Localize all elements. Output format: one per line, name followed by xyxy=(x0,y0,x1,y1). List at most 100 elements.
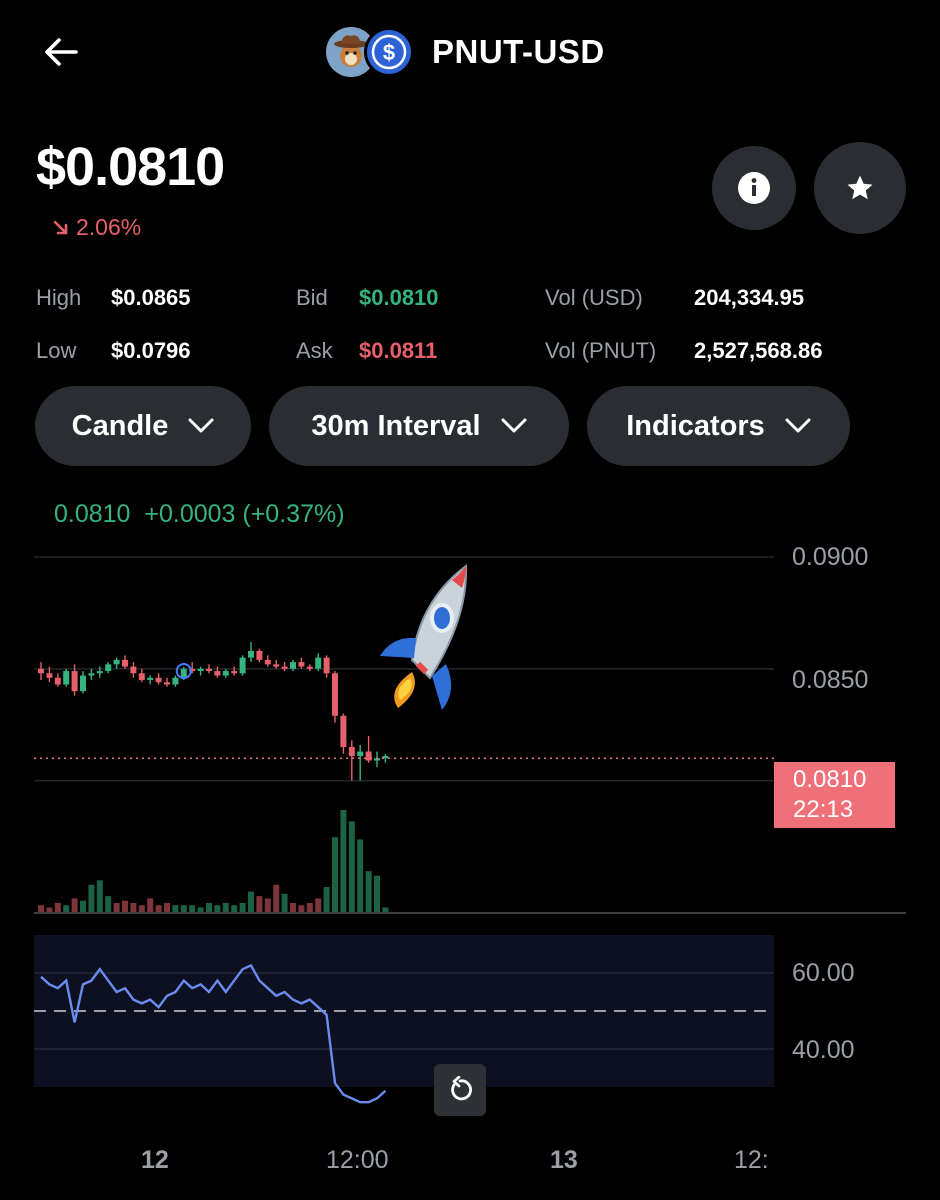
stat-label: Low xyxy=(36,338,77,363)
candle xyxy=(46,673,53,678)
volume-bar xyxy=(180,905,187,912)
reset-zoom-button[interactable] xyxy=(434,1064,486,1116)
candle xyxy=(113,659,120,665)
volume-bar xyxy=(306,902,313,912)
usd-coin-icon: $ xyxy=(364,27,414,77)
candle xyxy=(231,671,238,674)
volume-bar xyxy=(231,905,238,912)
volume-bar xyxy=(105,896,112,912)
stat-value: $0.0865 xyxy=(111,285,191,310)
stat-value: 2,527,568.86 xyxy=(694,338,823,363)
candle xyxy=(365,751,372,761)
candle xyxy=(264,659,271,665)
indicators-dropdown[interactable]: Indicators xyxy=(587,386,850,466)
volume-bar xyxy=(71,898,78,912)
candle xyxy=(315,657,322,669)
candle xyxy=(96,671,103,674)
volume-bar xyxy=(155,905,162,912)
volume-bar xyxy=(54,902,61,912)
volume-bar xyxy=(248,891,254,912)
current-price: $0.0810 xyxy=(36,137,225,197)
candle xyxy=(180,668,187,678)
candle xyxy=(197,668,204,672)
volume-bar xyxy=(189,905,196,912)
volume-bar xyxy=(357,839,364,912)
volume-bar xyxy=(374,875,380,912)
candle xyxy=(71,671,78,692)
volume-bar xyxy=(138,905,145,912)
volume-bar xyxy=(122,900,128,912)
stat-bid-value: $0.0810 xyxy=(359,285,439,311)
volume-bar xyxy=(239,902,246,912)
volume-bar xyxy=(365,871,372,912)
chevron-down-icon xyxy=(188,418,214,433)
volume-bar xyxy=(80,900,86,912)
stat-value: $0.0796 xyxy=(111,338,191,363)
stat-ask-value: $0.0811 xyxy=(359,338,437,364)
price-axis-tick: 0.0900 xyxy=(792,543,869,571)
candle xyxy=(138,673,145,680)
pair-title-group: $ PNUT-USD xyxy=(326,24,605,80)
stat-label: Ask xyxy=(296,338,333,363)
volume-bar xyxy=(88,884,95,912)
candle xyxy=(130,666,137,674)
time-axis-tick: 12 xyxy=(141,1146,169,1174)
stat-high: High xyxy=(36,285,81,311)
volume-bar xyxy=(206,902,212,912)
candle xyxy=(214,671,221,676)
stat-vol-pnut-value: 2,527,568.86 xyxy=(694,338,822,364)
chevron-down-icon xyxy=(785,418,811,433)
chart-type-label: Candle xyxy=(71,409,169,442)
favorite-button[interactable] xyxy=(814,142,906,234)
arrow-down-right-icon xyxy=(53,220,68,234)
candle xyxy=(38,668,44,674)
volume-bar xyxy=(164,902,170,912)
interval-dropdown[interactable]: 30m Interval xyxy=(269,386,569,466)
indicators-label: Indicators xyxy=(626,409,765,442)
volume-bar xyxy=(348,821,355,912)
volume-bar xyxy=(332,837,338,912)
candle xyxy=(281,666,288,669)
volume-bar xyxy=(130,902,137,912)
rsi-line xyxy=(40,963,387,1104)
volume-bar xyxy=(63,905,70,912)
chart-type-dropdown[interactable]: Candle xyxy=(35,386,251,466)
time-axis-tick: 12:00 xyxy=(326,1146,389,1174)
stat-value: $0.0811 xyxy=(359,338,438,363)
stat-low: Low xyxy=(36,338,76,364)
info-button[interactable] xyxy=(712,146,796,230)
legend-change: +0.0003 (+0.37%) xyxy=(144,500,345,528)
rsi-axis-tick: 60.00 xyxy=(792,959,855,987)
candle xyxy=(256,650,263,660)
svg-text:$: $ xyxy=(383,40,395,65)
back-button[interactable] xyxy=(40,30,84,74)
volume-bar xyxy=(281,893,288,912)
stat-label: Vol (USD) xyxy=(545,285,643,310)
volume-bar xyxy=(96,880,103,912)
candle xyxy=(164,682,170,685)
volume-bar xyxy=(340,810,347,912)
candle xyxy=(155,677,162,683)
current-price-tag: 0.0810 22:13 xyxy=(774,762,895,828)
stat-vol-usd: Vol (USD) xyxy=(545,285,643,311)
stat-high-value: $0.0865 xyxy=(111,285,191,311)
volume-bar xyxy=(172,905,179,912)
price-change: 2.06% xyxy=(52,214,141,241)
stat-label: Vol (PNUT) xyxy=(545,338,657,363)
candle xyxy=(222,671,229,676)
volume-bar xyxy=(113,902,120,912)
info-icon xyxy=(738,172,770,204)
candle xyxy=(206,668,212,672)
rsi-axis-tick: 40.00 xyxy=(792,1036,855,1064)
stat-label: High xyxy=(36,285,82,310)
candle xyxy=(248,650,254,658)
candle xyxy=(80,675,86,692)
volume-bar xyxy=(256,896,263,912)
candle xyxy=(340,715,347,748)
volume-bar xyxy=(197,907,204,912)
reset-zoom-icon xyxy=(451,1076,472,1101)
candle-countdown: 22:13 xyxy=(793,796,854,823)
candle xyxy=(122,659,128,667)
candle xyxy=(332,673,338,716)
volume-bar xyxy=(38,905,44,912)
